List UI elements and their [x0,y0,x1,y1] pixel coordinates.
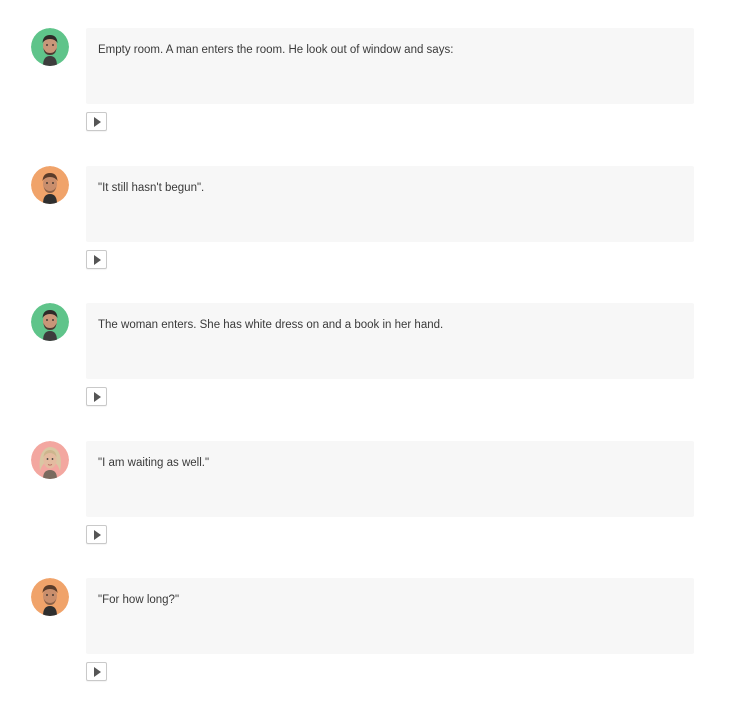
play-button[interactable] [86,387,107,406]
message-item: Empty room. A man enters the room. He lo… [0,28,743,158]
play-button[interactable] [86,112,107,131]
play-icon [94,255,101,265]
play-button[interactable] [86,662,107,681]
avatar [31,578,69,616]
message-text: "For how long?" [86,578,694,654]
avatar [31,441,69,479]
message-item: "For how long?" [0,578,743,708]
play-icon [94,530,101,540]
message-item: The woman enters. She has white dress on… [0,303,743,433]
avatar [31,28,69,66]
message-item: "It still hasn't begun". [0,166,743,296]
play-button[interactable] [86,525,107,544]
message-text: "It still hasn't begun". [86,166,694,242]
play-button[interactable] [86,250,107,269]
avatar [31,303,69,341]
message-item: "I am waiting as well." [0,441,743,571]
play-icon [94,667,101,677]
message-text: The woman enters. She has white dress on… [86,303,694,379]
message-text: Empty room. A man enters the room. He lo… [86,28,694,104]
play-icon [94,117,101,127]
message-text: "I am waiting as well." [86,441,694,517]
avatar [31,166,69,204]
play-icon [94,392,101,402]
